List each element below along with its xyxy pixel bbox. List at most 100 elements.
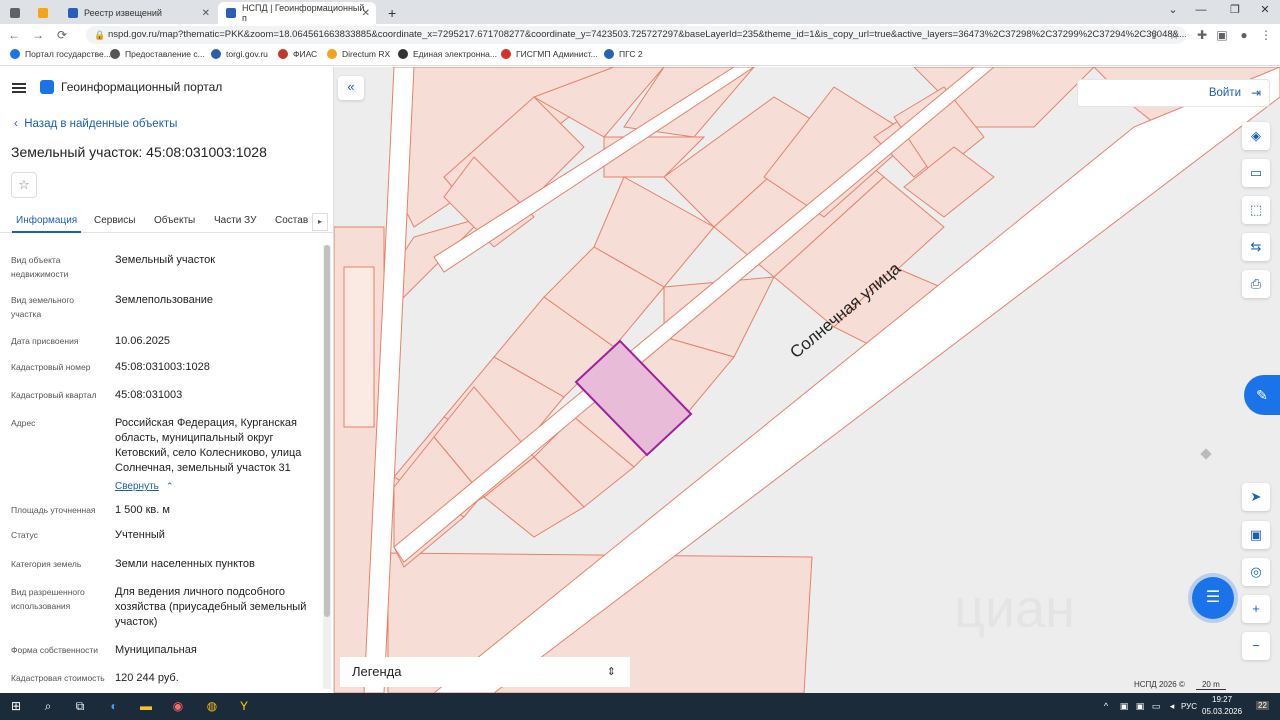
favorite-star-icon[interactable]: ☆ <box>11 172 37 198</box>
bookmark-1-label: Портал государстве... <box>25 49 111 59</box>
field-value: 10.06.2025 <box>115 335 171 347</box>
edge-icon[interactable]: ◐ <box>104 697 124 715</box>
chevron-updown-icon: ⇕ <box>606 666 616 678</box>
cadastral-map: Солнечная улица циан <box>334 67 1280 693</box>
favicon-4-icon <box>226 8 236 18</box>
tab-parts[interactable]: Части ЗУ <box>214 215 256 226</box>
volume-icon[interactable]: ◂ <box>1162 697 1182 715</box>
tabs-scroll-right-icon[interactable]: ▸ <box>312 213 328 231</box>
search-icon[interactable]: ⌕ <box>38 697 58 715</box>
bookmark-1[interactable]: Портал государстве... <box>10 49 111 59</box>
ruler-icon[interactable]: ▭ <box>1242 159 1270 187</box>
map-view[interactable]: Солнечная улица циан « Войти ⇥ ◈ ▭ ⬚ ⇆ ⎙… <box>334 67 1280 693</box>
field-value: 45:08:031003 <box>115 389 183 401</box>
legend-dropdown[interactable]: Легенда ⇕ <box>340 657 630 687</box>
collapse-link[interactable]: Свернуть ⌃ <box>115 476 173 494</box>
reload-icon[interactable]: ⟳ <box>54 27 70 43</box>
bookmark-3-label: torgi.gov.ru <box>226 49 268 59</box>
location-icon[interactable]: ◎ <box>1242 558 1270 586</box>
profile-icon[interactable]: ● <box>1236 27 1252 43</box>
taskbar: ⊞ ⌕ ⧉ ◐ ▬ ◉ ◍ Y ^ ▣ ▣ ▭ ◂ РУС 19:27 05.0… <box>0 693 1280 720</box>
scale-bar: 20 m <box>1195 680 1226 690</box>
zoom-out-icon[interactable]: − <box>1242 632 1270 660</box>
tab-3[interactable]: Реестр извещений ✕ <box>60 2 216 24</box>
bookmark-4-label: ФИАС <box>293 49 318 59</box>
bookmark-6[interactable]: Единая электронна... <box>398 49 497 59</box>
share-map-icon[interactable]: ⇆ <box>1242 233 1270 261</box>
tab-1[interactable] <box>4 2 28 24</box>
field-value: 45:08:031003:1028 <box>115 361 210 373</box>
chrome-icon[interactable]: ◍ <box>202 697 222 715</box>
back-arrow-icon[interactable]: ← <box>6 27 22 43</box>
clock-date: 05.03.2026 <box>1202 707 1243 716</box>
tab-3-close-icon[interactable]: ✕ <box>202 8 210 19</box>
panel-scrollbar[interactable] <box>323 245 331 689</box>
bookmark-star-icon[interactable]: ☆ <box>1166 27 1182 43</box>
scrollbar-thumb[interactable] <box>324 245 330 617</box>
minimap-icon[interactable]: ▣ <box>1242 521 1270 549</box>
hamburger-menu-icon[interactable] <box>12 83 26 93</box>
bookmark-1-icon <box>10 49 20 59</box>
bookmark-7-label: ГИСГМП Админист... <box>516 49 598 59</box>
notification-badge[interactable]: 22 <box>1256 701 1269 710</box>
tab-4[interactable]: НСПД | Геоинформационный п ✕ <box>218 2 376 24</box>
field-value: Учтенный <box>115 529 165 541</box>
print-icon[interactable]: ⎙ <box>1242 270 1270 298</box>
minimize-icon[interactable]: — <box>1182 0 1220 20</box>
zoom-in-icon[interactable]: + <box>1242 595 1270 623</box>
copyright: НСПД 2026 © <box>1134 680 1185 689</box>
login-button[interactable]: Войти ⇥ <box>1077 79 1270 107</box>
new-tab-button[interactable]: + <box>380 2 402 24</box>
tab-objects[interactable]: Объекты <box>154 215 195 226</box>
file-explorer-icon[interactable]: ▬ <box>136 697 156 715</box>
login-label: Войти <box>1208 87 1241 99</box>
language-indicator[interactable]: РУС <box>1181 702 1197 711</box>
field-value: Земельный участок <box>115 254 216 266</box>
bookmark-4-icon <box>278 49 288 59</box>
bookmark-4[interactable]: ФИАС <box>278 49 317 59</box>
address-bar: ← → ⟳ 🔒 nspd.gov.ru/map?thematic=PKK&zoo… <box>0 24 1280 46</box>
chat-icon[interactable]: ☰ <box>1192 577 1234 619</box>
field-value: 120 244 руб. <box>115 672 179 684</box>
navigate-icon[interactable]: ➤ <box>1242 483 1270 511</box>
tab-services[interactable]: Сервисы <box>94 215 135 226</box>
select-area-icon[interactable]: ⬚ <box>1242 196 1270 224</box>
menu-dots-icon[interactable]: ⋮ <box>1258 27 1274 43</box>
tray-arrow-icon[interactable]: ^ <box>1096 697 1116 715</box>
share-icon[interactable]: ⇪ <box>1146 27 1162 43</box>
extensions-icon[interactable]: ✚ <box>1194 27 1210 43</box>
app-icon[interactable]: ◉ <box>168 697 188 715</box>
bookmark-2-icon <box>110 49 120 59</box>
field-label: Площадь уточненная <box>11 505 96 515</box>
tab-2[interactable] <box>32 2 56 24</box>
feedback-tab-icon[interactable]: ✎ <box>1244 375 1280 415</box>
collapse-panel-icon[interactable]: « <box>338 76 364 100</box>
windows-start-icon[interactable]: ⊞ <box>6 697 26 715</box>
tab-info[interactable]: Информация <box>11 215 82 233</box>
task-view-icon[interactable]: ⧉ <box>70 697 90 715</box>
yandex-icon[interactable]: Y <box>234 697 254 715</box>
chevron-up-icon: ⌃ <box>163 481 174 491</box>
url-field[interactable]: 🔒 nspd.gov.ru/map?thematic=PKK&zoom=18.0… <box>86 26 1186 44</box>
chevron-left-icon: ‹ <box>14 118 18 130</box>
back-to-results-link[interactable]: ‹ Назад в найденные объекты <box>14 118 177 130</box>
forward-arrow-icon[interactable]: → <box>30 27 46 43</box>
bookmark-5[interactable]: Directum RX <box>327 49 390 59</box>
layers-icon[interactable]: ◈ <box>1242 122 1270 150</box>
tab-4-close-icon[interactable]: ✕ <box>362 8 370 19</box>
bookmark-8[interactable]: ПГС 2 <box>604 49 643 59</box>
bookmarks-bar: Портал государстве... Предоставление с..… <box>0 46 1280 66</box>
field-value: Земли населенных пунктов <box>115 558 255 570</box>
browser-tab-bar: Реестр извещений ✕ НСПД | Геоинформацион… <box>0 0 1280 24</box>
tab-composition[interactable]: Состав <box>275 215 308 226</box>
bookmark-2[interactable]: Предоставление с... <box>110 49 205 59</box>
bookmark-5-label: Directum RX <box>342 49 391 59</box>
bookmark-8-label: ПГС 2 <box>619 49 643 59</box>
close-window-icon[interactable]: ✕ <box>1246 0 1280 20</box>
field-value: 1 500 кв. м <box>115 504 170 516</box>
portal-title: Геоинформационный портал <box>61 80 223 94</box>
field-label: Форма собственности <box>11 645 98 655</box>
sidebar-icon[interactable]: ▣ <box>1214 27 1230 43</box>
bookmark-3[interactable]: torgi.gov.ru <box>211 49 268 59</box>
bookmark-7[interactable]: ГИСГМП Админист... <box>501 49 598 59</box>
